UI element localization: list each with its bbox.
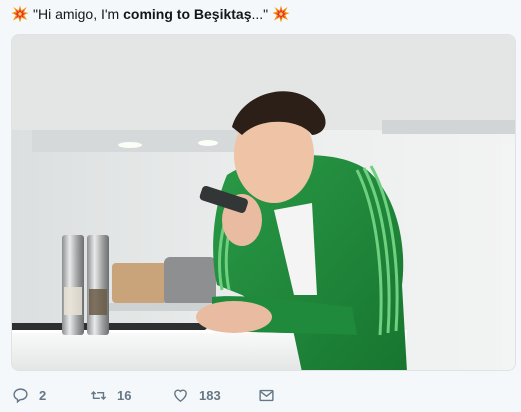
envelope-icon [259, 389, 274, 401]
like-count: 183 [199, 387, 221, 403]
retweet-count: 16 [117, 387, 132, 403]
tweet-text-bold: coming to Beşiktaş [123, 6, 252, 22]
tweet-text-start: "Hi amigo, I'm [33, 6, 124, 22]
collision-emoji-icon [11, 5, 29, 23]
photo-scene [12, 35, 515, 370]
tweet-text-end: ..." [251, 6, 269, 22]
reply-button[interactable]: 2 [12, 387, 90, 404]
collision-emoji-icon [272, 5, 290, 23]
like-button[interactable]: 183 [172, 387, 258, 404]
retweet-icon [90, 390, 107, 400]
retweet-button[interactable]: 16 [90, 387, 172, 404]
tweet-body: "Hi amigo, I'm coming to Beşiktaş..." [33, 3, 268, 25]
reply-icon [13, 387, 28, 403]
reply-count: 2 [39, 387, 47, 403]
tweet-text: "Hi amigo, I'm coming to Beşiktaş..." [11, 3, 516, 25]
tweet-photo[interactable] [11, 34, 516, 371]
direct-message-button[interactable] [258, 387, 285, 404]
heart-icon [174, 389, 187, 402]
tweet-actions: 2 16 183 [11, 381, 516, 409]
